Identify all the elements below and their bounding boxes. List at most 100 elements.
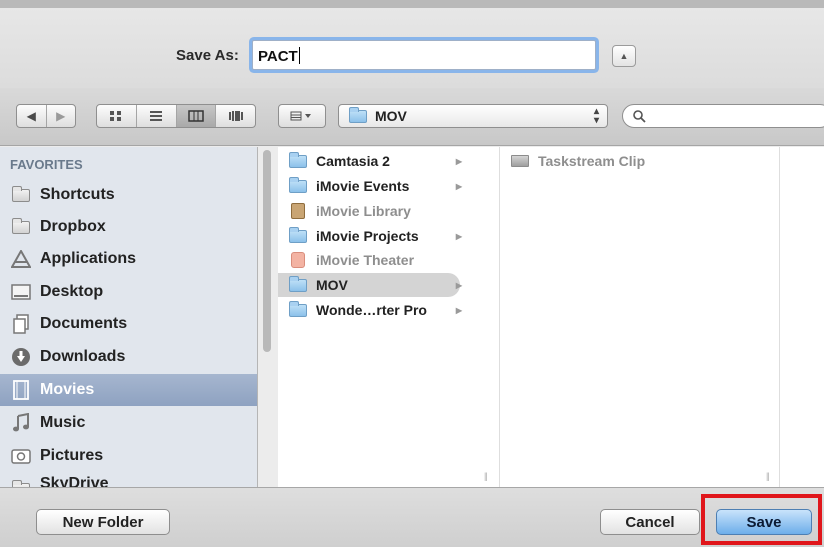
sidebar-item-label: Desktop [40, 283, 104, 300]
arrange-button[interactable] [278, 104, 326, 128]
sidebar-item-applications[interactable]: Applications [10, 243, 257, 275]
folder-icon [289, 226, 307, 243]
file-item-label: iMovie Theater [316, 252, 415, 268]
file-item-imovie-library[interactable]: iMovie Library [278, 199, 500, 223]
sidebar-item-label: Applications [40, 250, 137, 267]
chevron-up-icon: ▲ [619, 51, 629, 61]
back-icon: ◀ [26, 109, 36, 123]
list-view-icon [150, 111, 163, 121]
file-item-label: iMovie Projects [316, 228, 419, 244]
file-item-imovie-projects[interactable]: iMovie Projects ▶ [278, 224, 500, 248]
back-forward-control: ◀ ▶ [16, 104, 76, 128]
music-icon [10, 412, 32, 434]
folder-icon [10, 475, 32, 487]
sidebar-item-label: SkyDrive [40, 475, 109, 487]
back-button[interactable]: ◀ [17, 105, 46, 127]
expand-dialog-button[interactable]: ▲ [612, 45, 636, 67]
folder-icon [10, 216, 32, 238]
sidebar-item-label: Music [40, 414, 86, 431]
icon-view-button[interactable] [97, 105, 136, 127]
imovie-library-icon [291, 203, 305, 219]
arrange-content [279, 105, 325, 127]
file-item-label: iMovie Library [316, 203, 411, 219]
applications-icon [10, 248, 32, 270]
browser-column-2: Taskstream Clip || [500, 147, 780, 487]
sidebar-item-dropbox[interactable]: Dropbox [10, 211, 257, 243]
browser-column-1: Camtasia 2 ▶ iMovie Events ▶ iMovie Libr… [278, 147, 500, 487]
text-caret [298, 47, 300, 64]
disclosure-arrow-icon: ▶ [455, 156, 462, 166]
file-item-label: Camtasia 2 [316, 153, 390, 169]
column-resize-grip[interactable]: || [484, 471, 488, 481]
window-top-edge [0, 0, 824, 8]
location-popup[interactable]: MOV ▴ ▾ [338, 104, 608, 128]
sidebar-item-label: Documents [40, 315, 128, 332]
disclosure-arrow-icon: ▶ [455, 181, 462, 191]
location-label: MOV [375, 108, 407, 124]
cancel-button[interactable]: Cancel [600, 509, 700, 535]
file-item-taskstream-clip[interactable]: Taskstream Clip [500, 149, 770, 173]
sidebar: FAVORITES Shortcuts Dropbox Applications… [0, 147, 258, 487]
folder-icon [289, 151, 307, 168]
sidebar-item-shortcuts[interactable]: Shortcuts [10, 179, 257, 211]
sidebar-item-music[interactable]: Music [10, 407, 257, 439]
video-clip-icon [511, 155, 529, 167]
save-as-value: PACT [258, 48, 298, 65]
search-field[interactable] [622, 104, 824, 128]
sidebar-item-skydrive[interactable]: SkyDrive [10, 475, 257, 487]
browser-column-3 [780, 147, 824, 487]
sidebar-item-label: Dropbox [40, 218, 106, 235]
disclosure-arrow-icon: ▶ [455, 305, 462, 315]
search-icon [633, 109, 646, 123]
folder-icon [289, 300, 307, 317]
coverflow-view-icon [228, 111, 243, 121]
arrange-icon [290, 111, 311, 121]
file-item-imovie-events[interactable]: iMovie Events ▶ [278, 174, 500, 198]
desktop-icon [10, 281, 32, 303]
forward-icon: ▶ [56, 109, 66, 123]
pictures-icon [10, 445, 32, 467]
save-as-label: Save As: [176, 47, 239, 64]
file-item-label: MOV [316, 277, 348, 293]
sidebar-item-label: Downloads [40, 348, 126, 365]
file-item-wondershare[interactable]: Wonde…rter Pro ▶ [278, 298, 500, 322]
sidebar-item-label: Movies [40, 381, 95, 398]
list-view-button[interactable] [135, 105, 176, 127]
folder-icon [10, 184, 32, 206]
column-view-icon [188, 110, 204, 122]
file-item-camtasia[interactable]: Camtasia 2 ▶ [278, 149, 500, 173]
column-resize-grip[interactable]: || [766, 471, 770, 481]
folder-icon [289, 275, 307, 292]
folder-icon [289, 176, 307, 193]
sidebar-item-pictures[interactable]: Pictures [10, 440, 257, 472]
file-item-label: Wonde…rter Pro [316, 302, 427, 318]
sidebar-item-documents[interactable]: Documents [10, 308, 257, 340]
sidebar-item-label: Shortcuts [40, 186, 115, 203]
file-item-imovie-theater[interactable]: iMovie Theater [278, 248, 500, 272]
disclosure-arrow-icon: ▶ [455, 280, 462, 290]
downloads-icon [10, 346, 32, 368]
forward-button[interactable]: ▶ [45, 105, 76, 127]
favorites-heading: FAVORITES [10, 157, 83, 172]
file-item-mov[interactable]: MOV ▶ [278, 273, 462, 297]
new-folder-button[interactable]: New Folder [36, 509, 170, 535]
save-button-highlight-box [701, 494, 822, 545]
imovie-theater-icon [291, 252, 305, 268]
file-item-label: Taskstream Clip [538, 153, 646, 169]
coverflow-view-button[interactable] [215, 105, 255, 127]
popup-arrows-icon: ▴ ▾ [593, 106, 599, 126]
icon-view-icon [110, 111, 122, 121]
save-as-field[interactable]: PACT [252, 40, 596, 70]
sidebar-item-desktop[interactable]: Desktop [10, 276, 257, 308]
column-view-button[interactable] [175, 105, 216, 127]
sidebar-item-movies[interactable]: Movies [0, 374, 257, 406]
sidebar-scrollbar[interactable] [263, 150, 271, 352]
sidebar-item-downloads[interactable]: Downloads [10, 341, 257, 373]
sidebar-item-label: Pictures [40, 447, 104, 464]
save-as-header: Save As: PACT ▲ [0, 8, 824, 88]
search-input[interactable] [652, 108, 802, 124]
documents-icon [10, 313, 32, 335]
movies-icon [10, 379, 32, 401]
view-mode-control [96, 104, 256, 128]
file-item-label: iMovie Events [316, 178, 410, 194]
